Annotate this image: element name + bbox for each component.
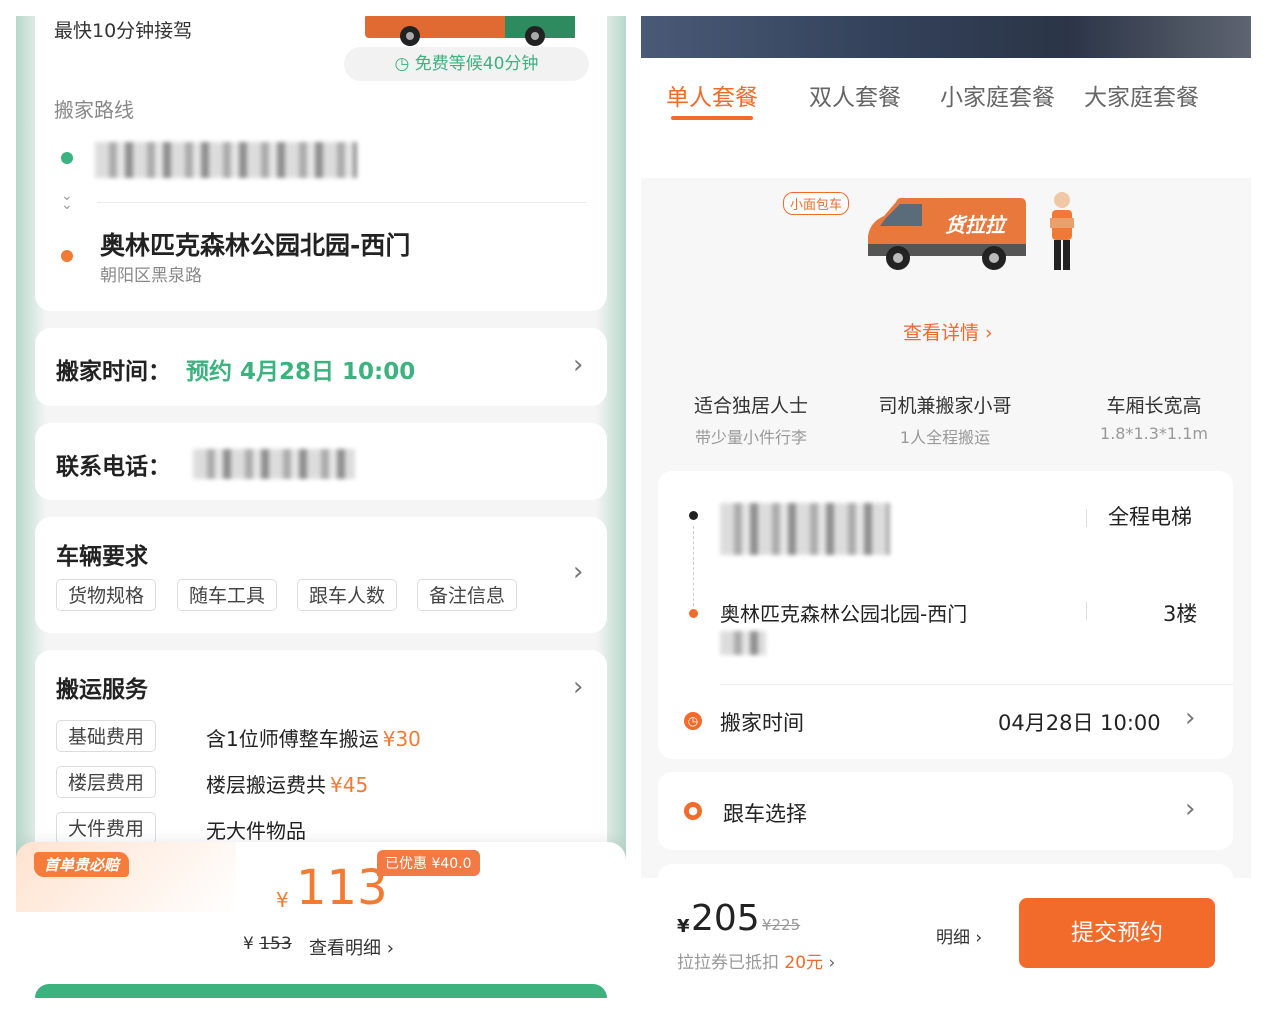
origin-address-blurred[interactable] [720, 503, 890, 555]
service-basic-price: ¥30 [382, 727, 421, 751]
mover-person-icon [1044, 190, 1080, 274]
free-wait-pill: ◷ 免费等候40分钟 [344, 47, 589, 81]
chevron-right-icon: › [1185, 794, 1196, 824]
route-separator [720, 684, 1233, 685]
origin-floor[interactable]: 全程电梯 [1108, 501, 1192, 531]
tab-active-underline [671, 116, 753, 120]
chevron-right-icon: › [573, 350, 584, 380]
chevron-right-icon: › [1185, 703, 1196, 733]
chevron-right-icon: › [573, 557, 584, 587]
destination-dot [689, 609, 698, 618]
discount-badge: 已优惠 ¥40.0 [377, 850, 480, 876]
service-bulky-text: 无大件物品 [206, 819, 306, 843]
destination-divider [1086, 602, 1087, 620]
route-card: 全程电梯 奥林匹克森林公园北园-西门 3楼 ◷ 搬家时间 04月28日 10:0… [658, 471, 1233, 759]
origin-dot [689, 511, 698, 520]
detail-link[interactable]: 明细 › [936, 923, 982, 948]
left-screen: 最快10分钟接驾 ◷ 免费等候40分钟 搬家路线 ⌄ ⌄ 奥林匹克森林公园北园-西… [16, 16, 626, 998]
free-wait-text: 免费等候40分钟 [414, 54, 539, 74]
total-currency: ¥ [677, 916, 690, 937]
tab-single[interactable]: 单人套餐 [666, 78, 758, 112]
tab-double[interactable]: 双人套餐 [809, 78, 901, 112]
destination-name[interactable]: 奥林匹克森林公园北园-西门 [100, 226, 410, 262]
contact-row[interactable]: 联系电话： [35, 423, 607, 500]
feature-sub-2: 1人全程搬运 [899, 428, 991, 447]
original-price: ¥225 [762, 916, 801, 934]
destination-floor[interactable]: 3楼 [1163, 598, 1197, 628]
move-time-value: 预约 4月28日 10:00 [186, 359, 416, 385]
tab-large-family[interactable]: 大家庭套餐 [1084, 78, 1199, 112]
van-brand-text: 货拉拉 [945, 214, 1008, 237]
pickup-speed-text: 最快10分钟接驾 [54, 20, 193, 42]
move-time-row[interactable]: 搬家时间： 预约 4月28日 10:00 › [35, 328, 607, 406]
total-price: 205 [691, 898, 760, 939]
service-tag-bulky: 大件费用 [56, 812, 157, 844]
move-time-value[interactable]: 04月28日 10:00 [998, 707, 1161, 737]
origin-dot [61, 152, 73, 164]
service-tag-basic: 基础费用 [56, 720, 157, 752]
chevron-right-icon: › [823, 953, 836, 973]
clock-icon: ◷ [684, 712, 702, 730]
service-floor-price: ¥45 [330, 773, 369, 797]
submit-button-edge[interactable] [35, 984, 607, 998]
bottom-bar: ¥ 205 ¥225 拉拉券已抵扣 20元 › 明细 › 提交预约 [641, 878, 1251, 998]
destination-sub: 朝阳区黑泉路 [100, 266, 202, 286]
route-connector [693, 526, 694, 606]
price-currency: ¥ [276, 888, 289, 912]
tab-small-family[interactable]: 小家庭套餐 [940, 78, 1055, 112]
feature-title-3: 车厢长宽高 [1106, 395, 1202, 417]
tag-follow-count[interactable]: 跟车人数 [297, 579, 398, 611]
destination-sub-blurred [720, 631, 766, 655]
person-icon: ● [684, 802, 702, 820]
route-chevron-icon: ⌄ ⌄ [61, 188, 73, 213]
view-detail-link[interactable]: 查看明细 › [309, 934, 394, 960]
vehicle-requirement-card[interactable]: 车辆要求 货物规格 随车工具 跟车人数 备注信息 › [35, 517, 607, 633]
origin-divider [1086, 509, 1087, 527]
feature-title-1: 适合独居人士 [693, 395, 808, 417]
van-image: 货拉拉 [860, 186, 1030, 276]
feature-title-2: 司机兼搬家小哥 [878, 395, 1012, 417]
phone-blurred [193, 449, 355, 479]
tag-tools[interactable]: 随车工具 [177, 579, 278, 611]
first-order-badge: 首单贵必赔 [34, 852, 130, 877]
follow-label: 跟车选择 [723, 802, 807, 826]
service-basic-text: 含1位师傅整车搬运 ¥30 [206, 727, 421, 751]
vehicle-title: 车辆要求 [56, 544, 148, 570]
feature-sub-3: 1.8*1.3*1.1m [1100, 424, 1208, 443]
chevron-right-icon: › [381, 938, 394, 959]
price-value: 113 [296, 860, 388, 916]
clock-icon: ◷ [394, 54, 410, 74]
chevron-right-icon: › [573, 672, 584, 702]
destination-dot [61, 250, 73, 262]
follow-select-row[interactable]: ● 跟车选择 › [658, 772, 1233, 850]
right-screen: 单人套餐 双人套餐 小家庭套餐 大家庭套餐 小面包车 货拉拉 查看详情 › 适合… [641, 16, 1251, 998]
car-image [365, 16, 575, 48]
price-footer: 首单贵必赔 ¥ 113 已优惠 ¥40.0 ¥ 153 查看明细 › [16, 842, 626, 998]
chevron-right-icon: › [970, 928, 983, 948]
route-label: 搬家路线 [54, 98, 134, 122]
move-time-label: 搬家时间： [56, 359, 171, 385]
route-divider [97, 202, 587, 203]
service-tag-floor: 楼层费用 [56, 766, 157, 798]
contact-label: 联系电话： [56, 454, 171, 480]
coupon-info[interactable]: 拉拉券已抵扣 20元 › [677, 948, 835, 973]
original-price: ¥ 153 [243, 934, 292, 954]
view-details-link[interactable]: 查看详情 › [903, 318, 993, 345]
vehicle-badge: 小面包车 [783, 192, 850, 215]
destination-name[interactable]: 奥林匹克森林公园北园-西门 [720, 598, 967, 627]
service-floor-text: 楼层搬运费共 ¥45 [206, 773, 369, 797]
move-time-label: 搬家时间 [720, 711, 804, 735]
submit-button[interactable]: 提交预约 [1019, 898, 1215, 968]
banner-image [641, 16, 1251, 58]
service-title: 搬运服务 [56, 677, 148, 703]
origin-address-blurred[interactable] [95, 142, 357, 178]
feature-sub-1: 带少量小件行李 [694, 428, 807, 447]
route-card: 最快10分钟接驾 ◷ 免费等候40分钟 搬家路线 ⌄ ⌄ 奥林匹克森林公园北园-西… [35, 16, 607, 311]
chevron-right-icon: › [979, 322, 993, 344]
tag-cargo-spec[interactable]: 货物规格 [56, 579, 157, 611]
tag-notes[interactable]: 备注信息 [417, 579, 518, 611]
